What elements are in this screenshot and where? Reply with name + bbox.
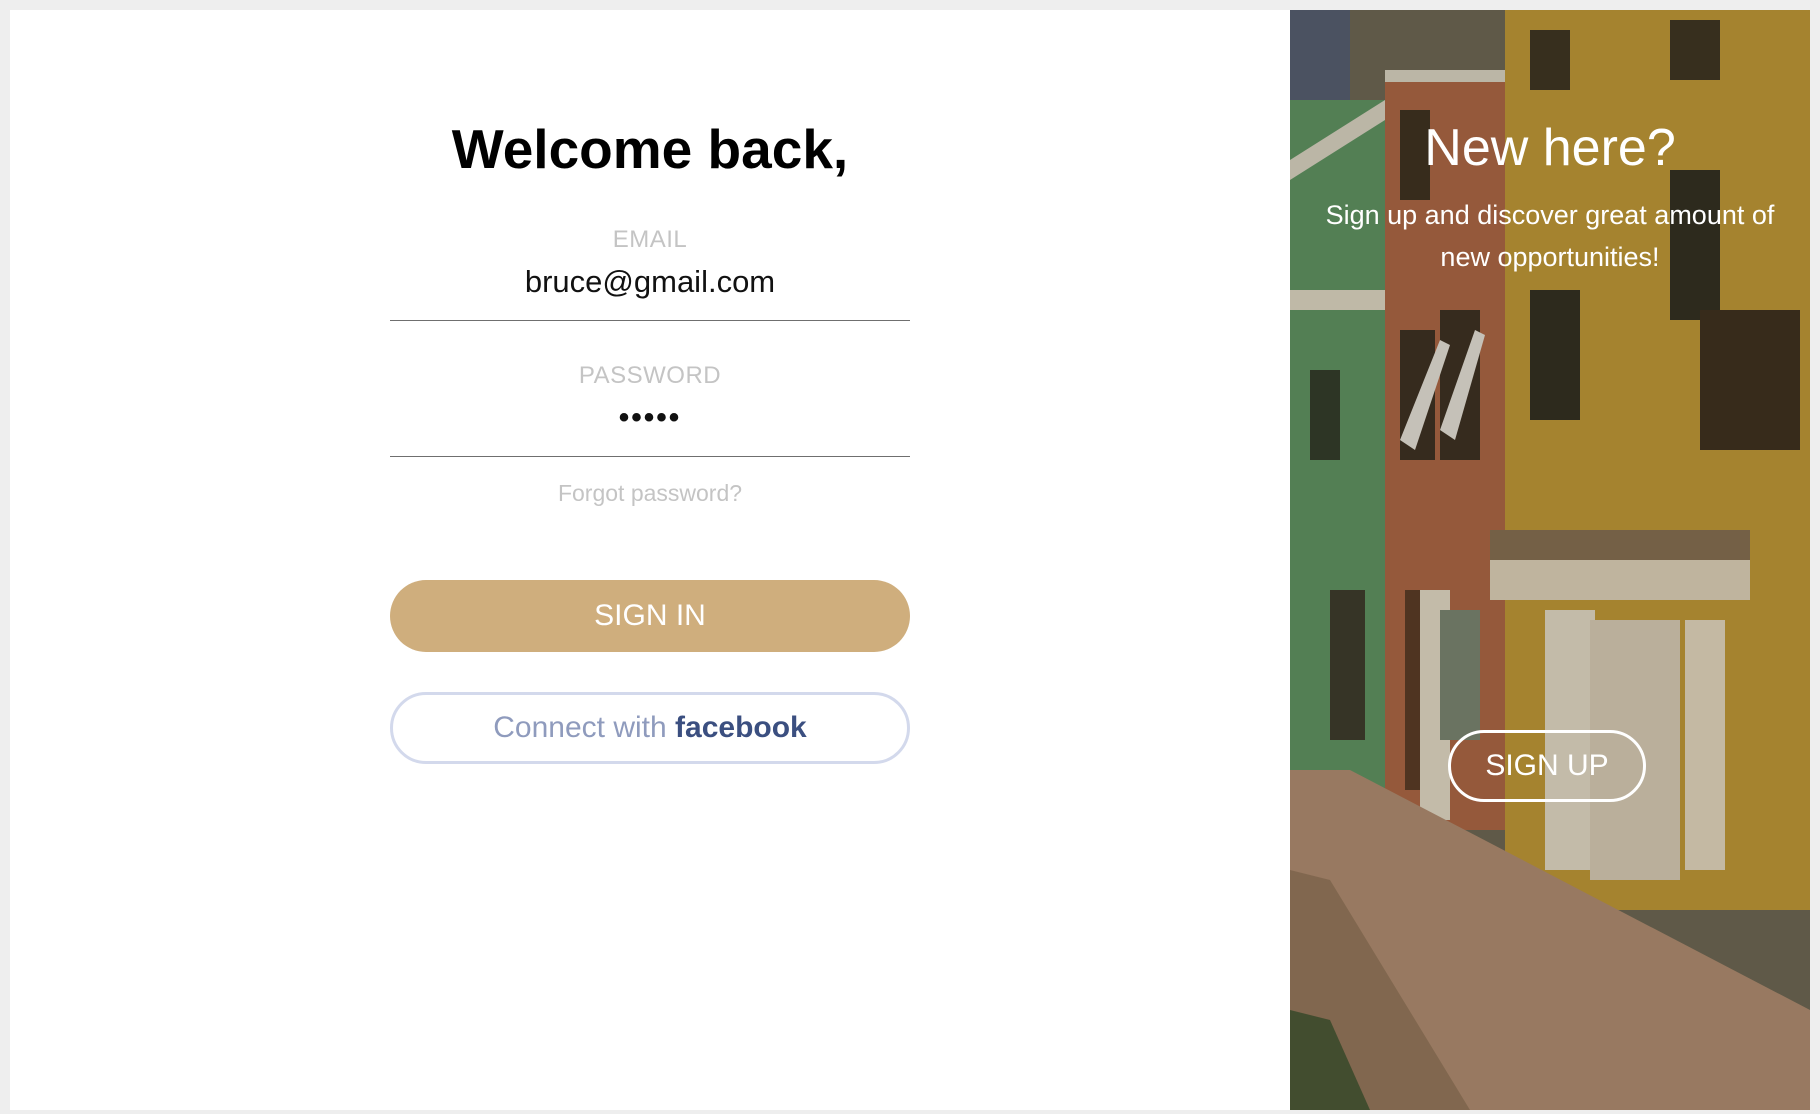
facebook-brand-label: facebook — [675, 711, 807, 744]
password-field[interactable]: PASSWORD ••••• — [390, 356, 910, 457]
forgot-password-link[interactable]: Forgot password? — [10, 480, 1290, 507]
facebook-connect-button[interactable]: Connect with facebook — [390, 692, 910, 764]
facebook-connect-prefix: Connect with — [493, 711, 667, 744]
password-label: PASSWORD — [578, 362, 722, 389]
signup-description: Sign up and discover great amount of new… — [1325, 200, 1775, 272]
email-input[interactable] — [390, 262, 910, 302]
signup-panel: New here? Sign up and discover great amo… — [1290, 10, 1810, 1110]
signin-title: Welcome back, — [451, 118, 849, 180]
app-frame: Welcome back, EMAIL PASSWORD ••••• Forgo… — [10, 10, 1810, 1110]
signup-button[interactable]: SIGN UP — [1448, 730, 1646, 802]
signup-title: New here? — [1424, 119, 1676, 177]
signin-panel: Welcome back, EMAIL PASSWORD ••••• Forgo… — [10, 10, 1290, 1110]
email-field[interactable]: EMAIL — [390, 220, 910, 321]
email-label: EMAIL — [612, 226, 688, 253]
password-input[interactable]: ••••• — [390, 398, 910, 438]
signin-button[interactable]: SIGN IN — [390, 580, 910, 652]
